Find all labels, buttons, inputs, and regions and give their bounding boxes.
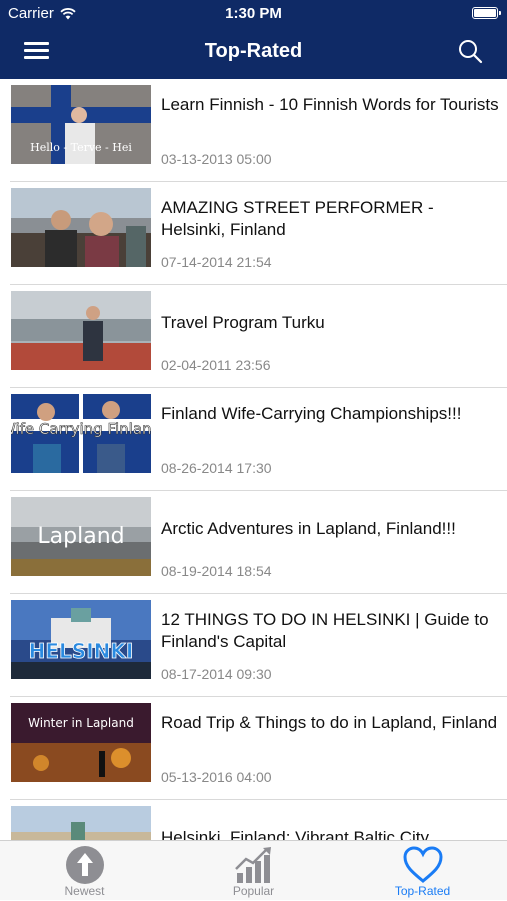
thumbnail-image: HELSINKI — [11, 600, 151, 679]
status-time: 1:30 PM — [225, 5, 282, 22]
video-title: Finland Wife-Carrying Championships!!! — [161, 404, 462, 423]
video-title: Travel Program Turku — [161, 313, 325, 332]
tab-top-rated[interactable]: Top-Rated — [338, 841, 507, 901]
video-thumbnail — [11, 188, 151, 267]
video-row[interactable]: Lapland Arctic Adventures in Lapland, Fi… — [0, 491, 507, 594]
video-thumbnail: Lapland — [11, 497, 151, 576]
video-thumbnail: Hello - Terve - Hei — [11, 85, 151, 164]
nav-bar: Top-Rated — [0, 28, 507, 79]
video-date: 08-17-2014 09:30 — [161, 666, 272, 682]
video-thumbnail — [11, 806, 151, 840]
video-row[interactable]: Winter in Lapland Road Trip & Things to … — [0, 697, 507, 800]
thumbnail-image: Hello - Terve - Hei — [11, 85, 151, 164]
video-row[interactable]: Hello - Terve - Hei Learn Finnish - 10 F… — [0, 79, 507, 182]
heart-icon — [402, 846, 443, 883]
video-row[interactable]: HELSINKI 12 THINGS TO DO IN HELSINKI | G… — [0, 594, 507, 697]
video-date: 08-19-2014 18:54 — [161, 563, 272, 579]
tab-newest[interactable]: Newest — [0, 841, 169, 901]
thumbnail-caption: Hello - Terve - Hei — [30, 141, 132, 154]
thumbnail-image — [11, 291, 151, 370]
video-row[interactable]: Wife Carrying Finland Finland Wife-Carry… — [0, 388, 507, 491]
search-icon — [459, 40, 483, 64]
search-button[interactable] — [457, 38, 485, 66]
top-bar: Carrier 1:30 PM Top-Rated — [0, 0, 507, 79]
thumbnail-image — [11, 806, 151, 840]
video-thumbnail: Wife Carrying Finland — [11, 394, 151, 473]
tab-popular[interactable]: Popular — [169, 841, 338, 901]
thumbnail-caption: Lapland — [37, 524, 124, 549]
battery-icon — [472, 7, 501, 19]
thumbnail-image — [11, 188, 151, 267]
thumbnail-caption: HELSINKI — [29, 639, 134, 663]
video-thumbnail: HELSINKI — [11, 600, 151, 679]
status-bar: Carrier 1:30 PM — [0, 0, 507, 28]
video-row[interactable]: Travel Program Turku 02-04-2011 23:56 — [0, 285, 507, 388]
video-thumbnail: Winter in Lapland — [11, 703, 151, 782]
bar-chart-trend-icon — [234, 847, 271, 883]
thumbnail-caption: Wife Carrying Finland — [11, 420, 151, 438]
video-title: Arctic Adventures in Lapland, Finland!!! — [161, 519, 456, 538]
thumbnail-image: Winter in Lapland — [11, 703, 151, 782]
video-thumbnail — [11, 291, 151, 370]
video-list[interactable]: Hello - Terve - Hei Learn Finnish - 10 F… — [0, 79, 507, 840]
video-date: 05-13-2016 04:00 — [161, 769, 272, 785]
page-title: Top-Rated — [204, 40, 303, 62]
video-row[interactable]: Helsinki, Finland: Vibrant Baltic City — [0, 800, 507, 840]
video-title: Learn Finnish - 10 Finnish Words for Tou… — [161, 95, 499, 114]
video-title: 12 THINGS TO DO IN HELSINKI | Guide to F… — [161, 610, 489, 651]
tab-label: Top-Rated — [394, 884, 451, 898]
video-date: 08-26-2014 17:30 — [161, 460, 272, 476]
video-date: 07-14-2014 21:54 — [161, 254, 272, 270]
video-date: 02-04-2011 23:56 — [161, 357, 271, 373]
thumbnail-image: Wife Carrying Finland — [11, 394, 151, 473]
video-date: 03-13-2013 05:00 — [161, 151, 272, 167]
thumbnail-caption: Winter in Lapland — [28, 716, 134, 730]
video-row[interactable]: AMAZING STREET PERFORMER - Helsinki, Fin… — [0, 182, 507, 285]
arrow-up-circle-icon — [65, 846, 104, 884]
video-title: Helsinki, Finland: Vibrant Baltic City — [161, 828, 430, 840]
tab-bar: Newest Popular Top-Rated — [0, 840, 507, 900]
video-title: AMAZING STREET PERFORMER - Helsinki, Fin… — [161, 198, 434, 239]
tab-label: Newest — [64, 884, 105, 898]
tab-label: Popular — [232, 884, 275, 898]
video-title: Road Trip & Things to do in Lapland, Fin… — [161, 713, 498, 732]
thumbnail-image: Lapland — [11, 497, 151, 576]
